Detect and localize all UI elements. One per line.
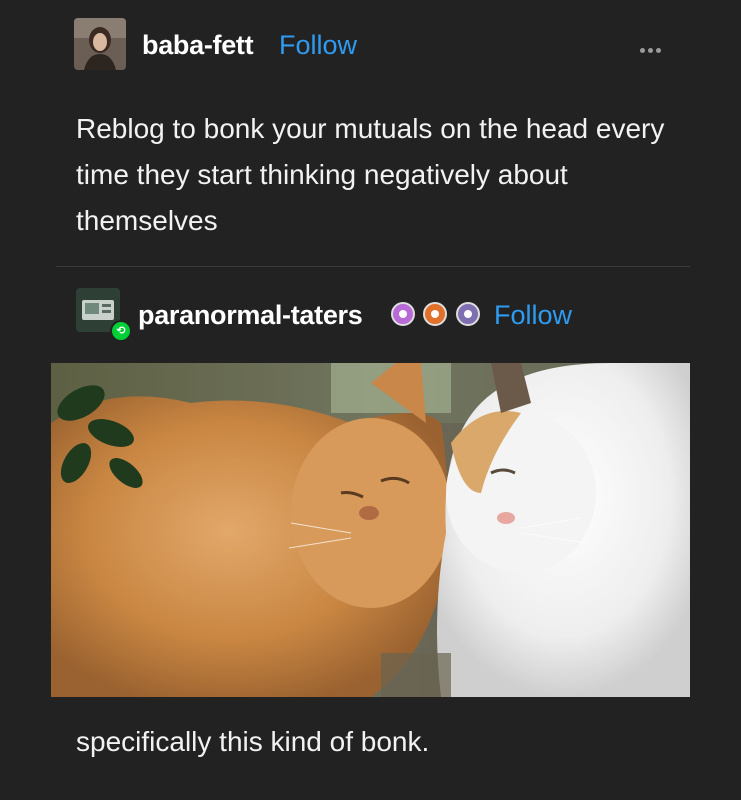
ellipsis-icon[interactable] [640, 48, 666, 56]
purple-paw-badge-icon[interactable] [455, 302, 480, 326]
orange-paw-badge-icon[interactable] [423, 302, 448, 326]
follow-button[interactable]: Follow [279, 30, 357, 61]
user-avatar-icon[interactable] [74, 18, 126, 70]
reblog-header: ⟲ paranormal-taters Follow [74, 286, 694, 342]
post-header: baba-fett Follow [74, 18, 674, 72]
divider [56, 266, 690, 267]
purple-badge-icon[interactable] [391, 302, 415, 326]
reblog-follow-button[interactable]: Follow [494, 300, 572, 331]
tumblr-post: baba-fett Follow Reblog to bonk your mut… [0, 0, 741, 800]
reblog-caption: specifically this kind of bonk. [76, 726, 430, 757]
post-text: Reblog to bonk your mutuals on the head … [76, 113, 665, 236]
blog-badges [391, 302, 484, 328]
reblog-author-username[interactable]: paranormal-taters [138, 300, 363, 331]
author-username[interactable]: baba-fett [142, 30, 254, 61]
blog-avatar-icon[interactable]: ⟲ [76, 288, 132, 342]
cats-photo[interactable] [51, 363, 690, 697]
reblog-icon: ⟲ [110, 320, 132, 342]
